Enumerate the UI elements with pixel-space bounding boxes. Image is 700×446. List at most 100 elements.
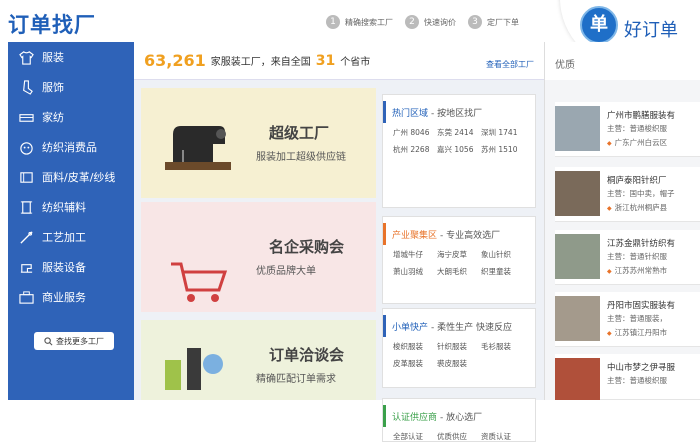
region-link[interactable]: 嘉兴 1056 [437, 144, 481, 155]
factory-location: 江苏苏州常熟市 [607, 265, 668, 276]
search-icon [44, 336, 53, 345]
factory-location: 浙江杭州桐庐县 [607, 202, 668, 213]
factory-count: 63,261 [144, 51, 206, 70]
step-number: 2 [405, 15, 419, 29]
sidebar-item-label: 服装 [42, 51, 64, 64]
province-count: 31 [315, 52, 336, 69]
featured-title: 优质 [545, 42, 700, 80]
panel-title[interactable]: 热门区域 [392, 106, 428, 119]
factory-card[interactable]: 江苏金鼎针纺织有 主营：普通针织服 江苏苏州常熟市 [555, 230, 700, 285]
sidebar-item-accessories[interactable]: 服饰 [8, 72, 134, 102]
panel-industry-clusters: 产业聚集区 - 专业高效选厂 增城牛仔 海宁皮草 象山针织 萧山羽绒 大朗毛织 织… [382, 216, 536, 304]
panel-subtitle: - 按地区找厂 [431, 108, 483, 119]
sewing-machine-icon [18, 259, 34, 275]
factory-card[interactable]: 中山市梦之伊寻服 主营：普通梭织服 [555, 354, 700, 400]
banner-super-factory[interactable]: 超级工厂 服装加工超级供应链 [141, 88, 376, 198]
view-all-factories-link[interactable]: 查看全部工厂 [486, 59, 534, 70]
step-1: 1 精确搜索工厂 [326, 15, 393, 29]
factory-name: 中山市梦之伊寻服 [607, 363, 676, 373]
cluster-link[interactable]: 海宁皮草 [437, 249, 481, 260]
panel-small-orders: 小单快产 - 柔性生产 快速反应 梭织服装 针织服装 毛衫服装 皮革服装 裘皮服装 [382, 308, 536, 388]
sidebar-item-clothing[interactable]: 服装 [8, 42, 134, 72]
factory-name: 丹阳市固实服装有 [607, 301, 676, 311]
site-logo[interactable]: 订单找厂 [8, 9, 96, 39]
featured-factories: 优质 广州市鹏膳服装有 主营：普通梭织服 广东广州白云区 桐庐泰阳针织厂 主营：… [544, 42, 700, 400]
banner-order-negotiation[interactable]: 订单洽谈会 精确匹配订单需求 [141, 320, 376, 400]
sidebar-item-textile-accessories[interactable]: 纺织辅料 [8, 192, 134, 222]
sidebar-item-craft-processing[interactable]: 工艺加工 [8, 222, 134, 252]
category-link[interactable]: 毛衫服装 [481, 341, 525, 352]
cluster-link[interactable]: 萧山羽绒 [393, 266, 437, 277]
brand-logo-icon: 单 [580, 6, 618, 44]
region-link[interactable]: 东莞 2414 [437, 127, 481, 138]
category-link[interactable]: 梭织服装 [393, 341, 437, 352]
panel-title[interactable]: 认证供应商 [392, 410, 437, 423]
sidebar-item-label: 服装设备 [42, 261, 86, 274]
panel-title[interactable]: 产业聚集区 [392, 228, 437, 241]
sidebar-item-textile-consumer[interactable]: 纺织消费品 [8, 132, 134, 162]
briefcase-icon [18, 289, 34, 305]
sidebar-item-fabrics[interactable]: 面料/皮革/纱线 [8, 162, 134, 192]
panel-subtitle: - 柔性生产 快速反应 [431, 322, 512, 333]
sidebar-item-business-services[interactable]: 商业服务 [8, 282, 134, 312]
factory-name: 江苏金鼎针纺织有 [607, 239, 676, 249]
cluster-link[interactable]: 象山针织 [481, 249, 525, 260]
sidebar-item-label: 纺织消费品 [42, 141, 97, 154]
factory-card[interactable]: 丹阳市固实服装有 主营：普通服装， 江苏镇江丹阳市 [555, 292, 700, 347]
sidebar-item-label: 工艺加工 [42, 231, 86, 244]
panel-hot-regions: 热门区域 - 按地区找厂 广州 8046 东莞 2414 深圳 1741 杭州 2… [382, 94, 536, 208]
supplier-link[interactable]: 全部认证 [393, 431, 437, 442]
factory-main-products: 主营：普通服装， [607, 314, 667, 323]
region-link[interactable]: 杭州 2268 [393, 144, 437, 155]
banner-subtitle: 服装加工超级供应链 [256, 152, 346, 163]
region-link[interactable]: 广州 8046 [393, 127, 437, 138]
factory-thumbnail [555, 106, 600, 151]
sock-icon [18, 79, 34, 95]
stats-text-1: 家服装工厂，来自全国 [210, 57, 311, 68]
stats-bar: 63,261 家服装工厂，来自全国 31 个省市 查看全部工厂 [134, 42, 544, 80]
sidebar-item-label: 服饰 [42, 81, 64, 94]
main-content: 63,261 家服装工厂，来自全国 31 个省市 查看全部工厂 超级工厂 服装加… [134, 42, 544, 442]
category-sidebar: 服装 服饰 家纺 纺织消费品 面料/皮革/纱线 纺织辅料 工艺加工 服装设备 商… [8, 42, 134, 400]
step-label: 快速询价 [424, 17, 456, 27]
sidebar-item-home-textiles[interactable]: 家纺 [8, 102, 134, 132]
sidebar-item-garment-equipment[interactable]: 服装设备 [8, 252, 134, 282]
negotiation-illustration [165, 348, 223, 390]
cluster-link[interactable]: 织里童装 [481, 266, 525, 277]
panel-links: 增城牛仔 海宁皮草 象山针织 萧山羽绒 大朗毛织 织里童装 [383, 245, 535, 281]
fabric-roll-icon [18, 169, 34, 185]
sidebar-item-label: 商业服务 [42, 291, 86, 304]
factory-card[interactable]: 桐庐泰阳针织厂 主营：国中卖，帽子 浙江杭州桐庐县 [555, 167, 700, 222]
factory-main-products: 主营：普通针织服 [607, 252, 667, 261]
more-button-label: 查找更多工厂 [56, 336, 104, 346]
cluster-link[interactable]: 大朗毛织 [437, 266, 481, 277]
category-link[interactable]: 针织服装 [437, 341, 481, 352]
factory-thumbnail [555, 358, 600, 400]
region-link[interactable]: 苏州 1510 [481, 144, 525, 155]
region-link[interactable]: 深圳 1741 [481, 127, 525, 138]
banner-brand-procurement[interactable]: 名企采购会 优质品牌大单 [141, 202, 376, 312]
supplier-link[interactable]: 资质认证 [481, 431, 525, 442]
banner-title: 超级工厂 [269, 124, 330, 142]
factory-main-products: 主营：普通梭织服 [607, 124, 667, 133]
shirt-icon [18, 49, 34, 65]
category-link[interactable]: 皮革服装 [393, 358, 437, 369]
panel-title[interactable]: 小单快产 [392, 320, 428, 333]
header: 订单找厂 1 精确搜索工厂 2 快速询价 3 定厂下单 单 好订单 [0, 0, 700, 68]
spool-icon [18, 199, 34, 215]
cart-bag-icon [18, 139, 34, 155]
factory-location: 广东广州白云区 [607, 137, 668, 148]
find-more-factories-button[interactable]: 查找更多工厂 [34, 332, 114, 350]
factory-card[interactable]: 广州市鹏膳服装有 主营：普通梭织服 广东广州白云区 [555, 102, 700, 157]
category-link[interactable]: 裘皮服装 [437, 358, 481, 369]
supplier-link[interactable]: 优质供应 [437, 431, 481, 442]
factory-location: 江苏镇江丹阳市 [607, 327, 668, 338]
step-label: 精确搜索工厂 [345, 17, 393, 27]
brand-name: 好订单 [624, 20, 678, 41]
needle-icon [18, 229, 34, 245]
sidebar-item-label: 家纺 [42, 111, 64, 124]
banner-subtitle: 优质品牌大单 [256, 266, 316, 277]
factory-thumbnail [555, 171, 600, 216]
cluster-link[interactable]: 增城牛仔 [393, 249, 437, 260]
panel-links: 全部认证 优质供应 资质认证 [383, 427, 535, 446]
